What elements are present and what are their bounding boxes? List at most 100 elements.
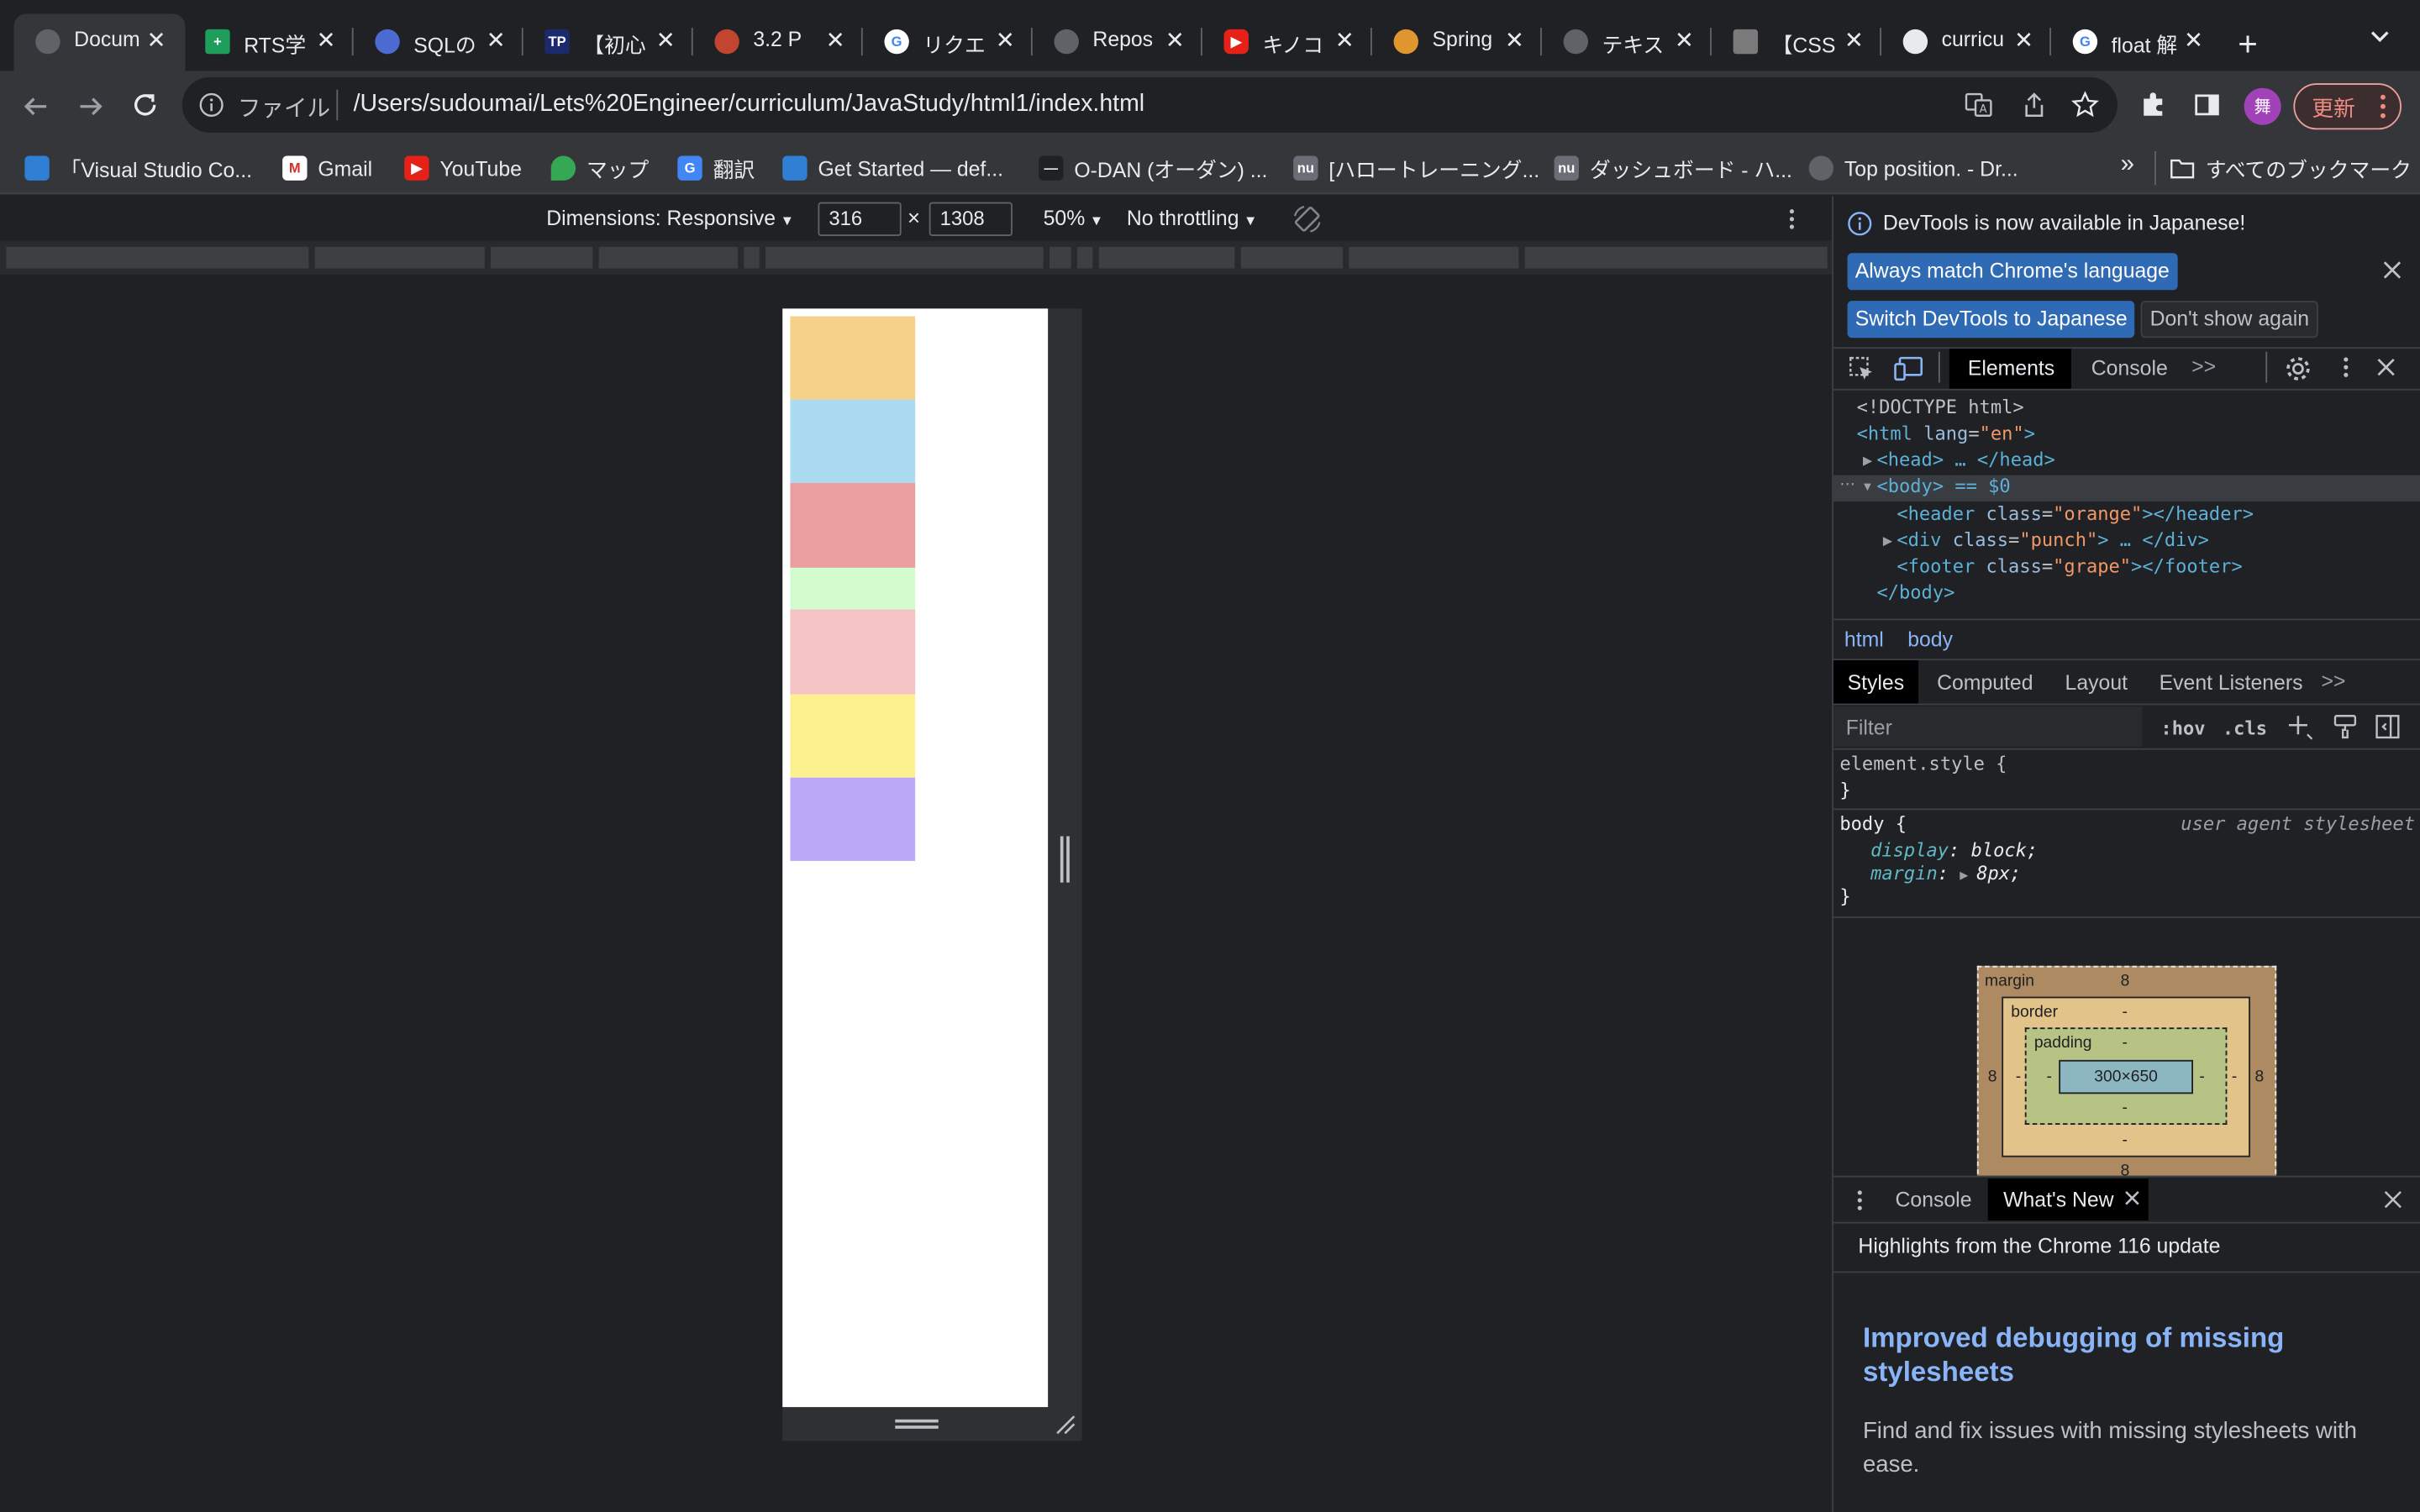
- tab-item[interactable]: curricu ✕: [1881, 14, 2048, 71]
- display-declaration[interactable]: display: block;: [1870, 839, 2038, 861]
- expand-triangle-icon[interactable]: ▶: [1883, 534, 1892, 549]
- hov-toggle[interactable]: :hov: [2160, 717, 2205, 739]
- ruler-segment[interactable]: [1349, 246, 1519, 269]
- corner-resize-icon[interactable]: [1055, 1415, 1076, 1435]
- ruler-segment[interactable]: [1077, 246, 1093, 269]
- computed-sidebar-icon[interactable]: [2374, 713, 2402, 741]
- article-title-link[interactable]: Improved debugging of missing stylesheet…: [1863, 1320, 2387, 1389]
- more-style-tabs-button[interactable]: >>: [2321, 669, 2345, 693]
- reload-icon[interactable]: [131, 91, 159, 118]
- close-tab-icon[interactable]: ✕: [146, 26, 166, 54]
- bookmark-item[interactable]: Top position. - Dr...: [1808, 142, 2018, 194]
- close-tab-icon[interactable]: ✕: [996, 26, 1015, 54]
- dom-head-tag[interactable]: <head> … </head>: [1876, 449, 2054, 470]
- ruler-segment[interactable]: [1240, 246, 1343, 269]
- inspect-element-icon[interactable]: [1848, 354, 1876, 382]
- tab-item[interactable]: + RTS学 ✕: [184, 14, 350, 71]
- bookmark-item[interactable]: M Gmail: [282, 142, 372, 194]
- close-tab-icon[interactable]: ✕: [2184, 26, 2203, 54]
- collapse-triangle-icon[interactable]: ▼: [1861, 480, 1874, 494]
- extensions-icon[interactable]: [2139, 91, 2167, 118]
- dimensions-dropdown[interactable]: Dimensions: Responsive ▼: [546, 207, 794, 230]
- switch-japanese-button[interactable]: Switch DevTools to Japanese: [1847, 301, 2135, 339]
- bookmark-item[interactable]: nu [ハロートレーニング...: [1293, 142, 1539, 194]
- throttling-dropdown[interactable]: No throttling ▼: [1127, 207, 1258, 230]
- ruler-segment[interactable]: [314, 246, 485, 269]
- dom-div-tag[interactable]: <div class="punch"> … </div>: [1897, 529, 2209, 551]
- ellipsis-icon[interactable]: ⋯: [1839, 477, 1854, 494]
- match-language-button[interactable]: Always match Chrome's language: [1847, 253, 2178, 291]
- expand-triangle-icon[interactable]: ▶: [1960, 869, 1976, 884]
- drawer-menu-icon[interactable]: [1855, 1188, 1865, 1212]
- bookmarks-overflow-button[interactable]: »: [2121, 151, 2134, 179]
- bookmark-star-icon[interactable]: [2071, 91, 2099, 118]
- ruler-segment[interactable]: [765, 246, 1044, 269]
- bookmark-item[interactable]: — O-DAN (オーダン) ...: [1039, 142, 1267, 194]
- ruler-segment[interactable]: [1049, 246, 1071, 269]
- device-more-icon[interactable]: [1787, 207, 1797, 231]
- new-rule-plus-icon[interactable]: [2286, 713, 2313, 741]
- bottom-resize-grip-icon[interactable]: [895, 1419, 939, 1429]
- close-tab-icon[interactable]: ✕: [1335, 26, 1355, 54]
- dom-header-tag[interactable]: <header class="orange"></header>: [1897, 503, 2254, 525]
- close-whats-new-tab-icon[interactable]: [2123, 1189, 2140, 1206]
- height-input[interactable]: 1308: [929, 202, 1013, 237]
- tab-item[interactable]: Docum ✕: [13, 13, 186, 71]
- right-resize-grip-icon[interactable]: [1060, 836, 1070, 883]
- margin-declaration[interactable]: margin: ▶ 8px;: [1870, 863, 2021, 885]
- breadcrumb-html[interactable]: html: [1844, 628, 1884, 652]
- bookmark-item[interactable]: G 翻訳: [677, 142, 755, 194]
- bookmark-item[interactable]: nu ダッシュボード - ハ...: [1554, 142, 1792, 194]
- tab-console[interactable]: Console: [2091, 356, 2168, 380]
- devtools-menu-icon[interactable]: [2341, 354, 2350, 379]
- close-tab-icon[interactable]: ✕: [1165, 26, 1185, 54]
- side-panel-icon[interactable]: [2193, 91, 2221, 118]
- tab-item[interactable]: TP 【初心 ✕: [523, 14, 690, 71]
- tab-item[interactable]: SQLの ✕: [354, 14, 520, 71]
- tab-event-listeners[interactable]: Event Listeners: [2160, 671, 2303, 695]
- tab-item[interactable]: 【CSS ✕: [1712, 14, 1878, 71]
- ruler-segment[interactable]: [744, 246, 760, 269]
- translate-icon[interactable]: A: [1965, 91, 1992, 118]
- dont-show-again-button[interactable]: Don't show again: [2140, 301, 2319, 339]
- device-toggle-icon[interactable]: [1894, 354, 1925, 382]
- width-input[interactable]: 316: [818, 202, 902, 237]
- ruler-segment[interactable]: [6, 246, 309, 269]
- ruler-segment[interactable]: [491, 246, 593, 269]
- zoom-dropdown[interactable]: 50% ▼: [1044, 207, 1104, 230]
- ruler-segment[interactable]: [1524, 246, 1828, 269]
- bookmark-item[interactable]: 「Visual Studio Co...: [24, 142, 252, 194]
- close-drawer-icon[interactable]: [2383, 1189, 2403, 1210]
- element-style-selector[interactable]: element.style {: [1839, 753, 2007, 774]
- paint-brush-icon[interactable]: [2332, 713, 2360, 741]
- close-tab-icon[interactable]: ✕: [317, 26, 336, 54]
- all-bookmarks-folder[interactable]: すべてのブックマーク: [2170, 142, 2412, 194]
- tab-search-chevron-icon[interactable]: [2369, 24, 2391, 46]
- bookmark-item[interactable]: ▶ YouTube: [404, 142, 522, 194]
- url-text[interactable]: /Users/sudoumai/Lets%20Engineer/curricul…: [354, 91, 1145, 118]
- box-model-content[interactable]: 300×650: [2059, 1059, 2194, 1095]
- close-devtools-icon[interactable]: [2375, 356, 2397, 378]
- tab-item[interactable]: 3.2 P ✕: [693, 14, 860, 71]
- close-tab-icon[interactable]: ✕: [487, 26, 506, 54]
- rotate-icon[interactable]: [1292, 203, 1323, 234]
- back-icon[interactable]: [22, 92, 50, 120]
- info-icon[interactable]: [199, 92, 224, 117]
- new-tab-button[interactable]: +: [2238, 24, 2258, 65]
- forward-icon[interactable]: [77, 92, 105, 120]
- tab-item[interactable]: ▶ キノコ ✕: [1202, 14, 1369, 71]
- expand-triangle-icon[interactable]: ▶: [1863, 454, 1872, 468]
- close-tab-icon[interactable]: ✕: [1675, 26, 1694, 54]
- more-tabs-button[interactable]: >>: [2191, 354, 2216, 378]
- tab-layout[interactable]: Layout: [2065, 671, 2128, 695]
- tab-computed[interactable]: Computed: [1937, 671, 2033, 695]
- tab-item[interactable]: テキス ✕: [1542, 14, 1708, 71]
- dom-body-close-tag[interactable]: </body>: [1876, 581, 1954, 603]
- close-tab-icon[interactable]: ✕: [1505, 26, 1524, 54]
- close-tab-icon[interactable]: ✕: [656, 26, 676, 54]
- breadcrumb-body[interactable]: body: [1907, 628, 1953, 652]
- menu-kebab-icon[interactable]: [2378, 92, 2387, 120]
- dom-html-tag[interactable]: <html lang="en">: [1857, 423, 2035, 444]
- share-icon[interactable]: [2020, 91, 2048, 118]
- dom-body-tag[interactable]: <body> == $0: [1876, 475, 2010, 497]
